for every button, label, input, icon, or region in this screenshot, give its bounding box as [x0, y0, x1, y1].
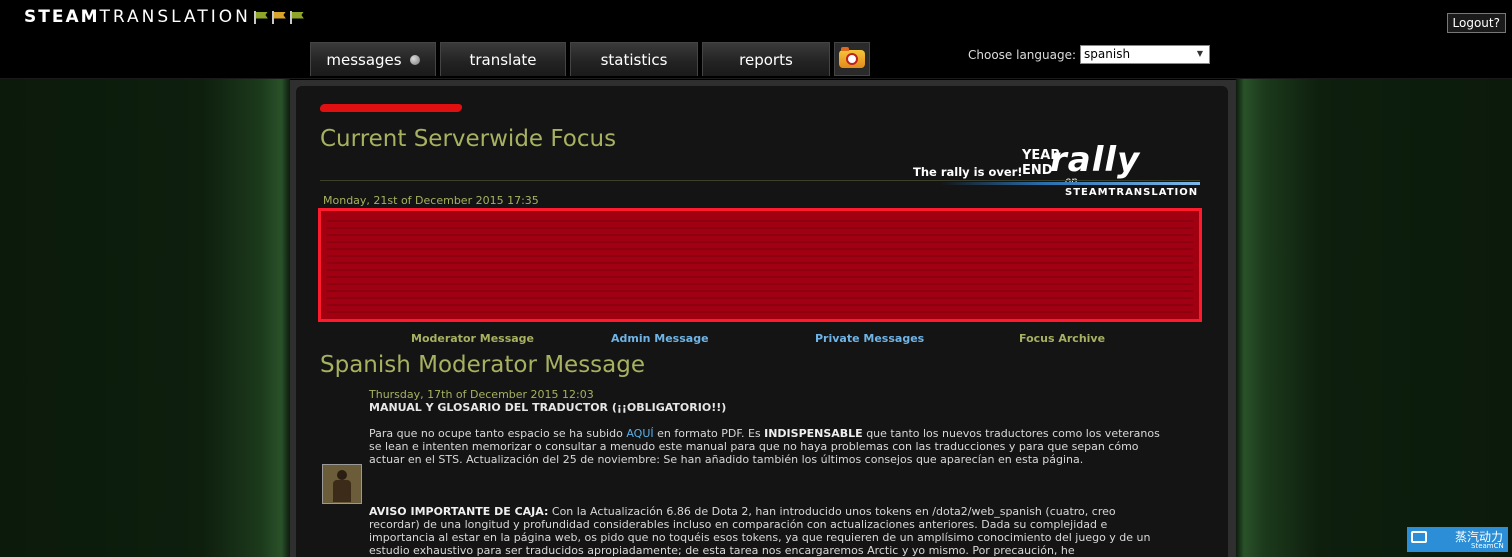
background-glow-right	[1236, 79, 1512, 557]
tab-translate[interactable]: translate	[440, 42, 566, 76]
steam-translation-logo[interactable]: STEAM TRANSLATION	[24, 7, 307, 27]
focus-archive-link[interactable]: Focus Archive	[1019, 332, 1105, 345]
p1-text-b: en formato PDF. Es	[653, 427, 765, 440]
camera-icon	[839, 47, 865, 68]
rally-stripe	[940, 182, 1200, 185]
steamcn-watermark: 蒸汽动力 SteamCN	[1407, 527, 1508, 552]
logo-translation: TRANSLATION	[99, 7, 251, 27]
moderator-message-date: Thursday, 17th of December 2015 12:03	[369, 388, 594, 401]
language-chooser: Choose language: spanish ▼	[968, 45, 1211, 64]
p1-text-a: Para que no ocupe tanto espacio se ha su…	[369, 427, 627, 440]
focus-title: Current Serverwide Focus	[320, 126, 617, 152]
post-paragraph-2: AVISO IMPORTANTE DE CAJA: Con la Actuali…	[369, 505, 1169, 557]
status-dot-icon	[409, 54, 420, 65]
flag-icon	[289, 10, 306, 24]
p1-bold: INDISPENSABLE	[764, 427, 863, 440]
tab-messages[interactable]: messages	[310, 42, 436, 76]
watermark-en: SteamCN	[1471, 542, 1504, 550]
message-links: Moderator Message Admin Message Private …	[320, 332, 1200, 348]
private-messages-link[interactable]: Private Messages	[815, 332, 924, 345]
p2-bold: AVISO IMPORTANTE DE CAJA:	[369, 505, 549, 518]
tab-reports[interactable]: reports	[702, 42, 830, 76]
admin-message-link[interactable]: Admin Message	[611, 332, 709, 345]
redacted-focus-message	[318, 208, 1202, 322]
focus-date: Monday, 21st of December 2015 17:35	[323, 194, 539, 207]
avatar[interactable]	[322, 464, 362, 504]
language-select[interactable]: spanish ▼	[1080, 45, 1211, 64]
post-title: MANUAL Y GLOSARIO DEL TRADUCTOR (¡¡OBLIG…	[369, 401, 727, 414]
main-nav: messages translate statistics reports	[310, 42, 870, 76]
post-paragraph-1: Para que no ocupe tanto espacio se ha su…	[369, 427, 1169, 466]
language-selected-value: spanish	[1084, 47, 1131, 61]
rally-brand: STEAMTRANSLATION	[1065, 187, 1199, 198]
divider	[320, 180, 1200, 181]
tab-reports-label: reports	[739, 50, 793, 69]
moderator-message-title: Spanish Moderator Message	[320, 352, 646, 378]
flags-icon	[253, 10, 307, 24]
monitor-icon	[1411, 531, 1427, 543]
rally-over-text: The rally is over!	[913, 165, 1023, 179]
tab-statistics-label: statistics	[600, 50, 668, 69]
logout-button[interactable]: Logout?	[1446, 13, 1506, 33]
dropdown-arrow-icon: ▼	[1196, 49, 1204, 58]
tab-translate-label: translate	[469, 50, 537, 69]
redaction-mark	[319, 104, 463, 112]
camera-button[interactable]	[834, 42, 870, 76]
background-glow-left	[0, 79, 290, 557]
pdf-link[interactable]: AQUÍ	[626, 427, 653, 440]
tab-statistics[interactable]: statistics	[570, 42, 698, 76]
year-end-rally-banner[interactable]: The rally is over! YEAREND rally on STEA…	[900, 140, 1202, 198]
header-bar: STEAM TRANSLATION Logout? messages transl…	[0, 0, 1512, 79]
logo-steam: STEAM	[24, 7, 100, 27]
tab-messages-label: messages	[326, 50, 402, 69]
flag-icon	[253, 10, 270, 24]
rally-word: rally	[1050, 140, 1141, 180]
language-label: Choose language:	[968, 47, 1077, 62]
flag-icon	[271, 10, 288, 24]
rally-end: END	[1022, 163, 1053, 178]
moderator-message-link[interactable]: Moderator Message	[411, 332, 534, 345]
